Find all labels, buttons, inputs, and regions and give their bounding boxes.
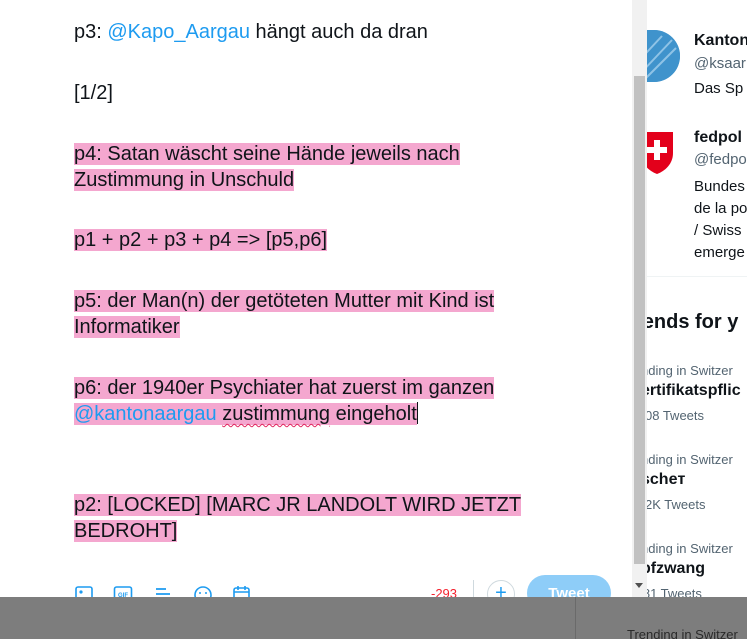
line-p2-2: BEDROHT]	[74, 518, 178, 544]
scroll-down-arrow-icon[interactable]	[635, 583, 643, 588]
misspelled-word[interactable]: zustimmung	[222, 403, 331, 425]
emoji-icon[interactable]	[193, 585, 213, 597]
schedule-icon[interactable]	[232, 585, 252, 597]
trend-name[interactable]: pfzwang	[641, 560, 705, 578]
account-name[interactable]: Kanton	[694, 32, 747, 50]
highlighted-text: p4: Satan wäscht seine Hände jeweils nac…	[74, 143, 460, 165]
scrollbar-thumb[interactable]	[634, 76, 645, 564]
line-p3: p3: @Kapo_Aargau hängt auch da dran	[74, 19, 428, 45]
account-bio: Bundes	[694, 178, 745, 195]
account-bio: / Swiss	[694, 222, 742, 239]
account-bio: Das Sp	[694, 80, 744, 97]
highlighted-text: p6: der 1940er Psychiater hat zuerst im …	[74, 377, 495, 399]
tweet-composer-modal: p3: @Kapo_Aargau hängt auch da dran [1/2…	[0, 0, 632, 597]
line-formula: p1 + p2 + p3 + p4 => [p5,p6]	[74, 227, 327, 253]
line-p2-1: p2: [LOCKED] [MARC JR LANDOLT WIRD JETZT	[74, 492, 522, 518]
account-bio: de la po	[694, 200, 747, 217]
toolbar-divider	[473, 580, 474, 597]
trend-count: 2K Tweets	[645, 497, 706, 512]
trend-context: nding in Switzer	[641, 363, 733, 378]
highlighted-text: eingeholt	[330, 403, 417, 425]
tweet-button[interactable]: Tweet	[527, 575, 611, 597]
highlighted-text: Informatiker	[74, 316, 180, 338]
line-p6-1: p6: der 1940er Psychiater hat zuerst im …	[74, 375, 495, 401]
add-tweet-button[interactable]: +	[487, 580, 515, 597]
line-p5-2: Informatiker	[74, 314, 180, 340]
trend-context: nding in Switzer	[641, 452, 733, 467]
trend-context: nding in Switzer	[641, 541, 733, 556]
mention-kantonaargau[interactable]: @kantonaargau	[74, 403, 217, 425]
trend-context: Trending in Switzer	[627, 627, 738, 639]
text-segment: p3:	[74, 21, 108, 43]
account-handle: @fedpo	[694, 151, 747, 168]
trend-name[interactable]: scheт	[641, 471, 685, 489]
highlighted-text: Zustimmung in Unschuld	[74, 169, 295, 191]
line-p4-2: Zustimmung in Unschuld	[74, 167, 295, 193]
account-handle: @ksaar	[694, 55, 746, 72]
poll-icon[interactable]	[153, 585, 173, 597]
gif-icon[interactable]: GIF	[113, 585, 133, 597]
backdrop-divider	[575, 597, 576, 639]
character-counter: -293	[431, 586, 458, 597]
text-caret	[416, 402, 418, 424]
account-bio: emerge	[694, 244, 745, 261]
thread-counter: [1/2]	[74, 82, 113, 104]
trend-count: 08 Tweets	[645, 408, 705, 423]
modal-scrollbar[interactable]	[632, 0, 647, 597]
trend-name[interactable]: ertifikatspflic	[641, 382, 741, 400]
highlighted-text: p1 + p2 + p3 + p4 => [p5,p6]	[74, 229, 327, 251]
highlighted-text: p2: [LOCKED] [MARC JR LANDOLT WIRD JETZT	[74, 494, 522, 516]
highlighted-text: BEDROHT]	[74, 520, 178, 542]
line-p5-1: p5: der Man(n) der getöteten Mutter mit …	[74, 288, 495, 314]
modal-backdrop[interactable]: Trending in Switzer	[0, 597, 747, 639]
line-p6-2: @kantonaargau zustimmung eingeholt	[74, 401, 418, 427]
image-icon[interactable]	[74, 585, 94, 597]
trends-title: rends for y	[635, 311, 739, 333]
account-name[interactable]: fedpol	[694, 129, 742, 147]
text-segment: hängt auch da dran	[250, 21, 428, 43]
mention-kapo-aargau[interactable]: @Kapo_Aargau	[107, 21, 250, 43]
highlighted-text: p5: der Man(n) der getöteten Mutter mit …	[74, 290, 495, 312]
line-p4-1: p4: Satan wäscht seine Hände jeweils nac…	[74, 141, 460, 167]
